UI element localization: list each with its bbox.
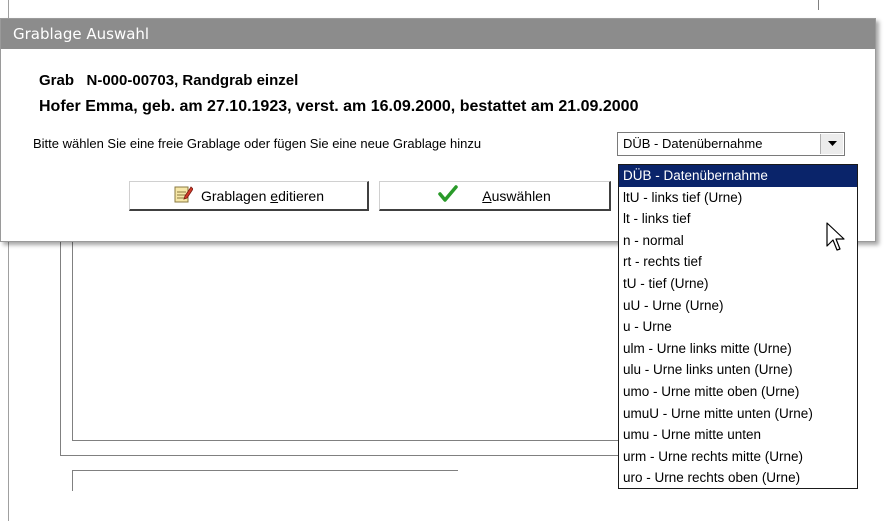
dropdown-option[interactable]: u - Urne bbox=[619, 316, 857, 338]
dropdown-option[interactable]: ulu - Urne links unten (Urne) bbox=[619, 359, 857, 381]
dropdown-option[interactable]: umu - Urne mitte unten bbox=[619, 424, 857, 446]
edit-notepad-icon bbox=[173, 184, 194, 207]
background-divider bbox=[818, 0, 819, 10]
combobox-value: DÜB - Datenübernahme bbox=[623, 136, 763, 151]
dropdown-option[interactable]: tU - tief (Urne) bbox=[619, 273, 857, 295]
dropdown-option[interactable]: DÜB - Datenübernahme bbox=[619, 165, 857, 187]
grablage-combobox[interactable]: DÜB - Datenübernahme bbox=[617, 132, 845, 156]
background-panel-inner bbox=[72, 240, 621, 441]
dropdown-option[interactable]: uro - Urne rechts oben (Urne) bbox=[619, 467, 857, 489]
dropdown-option[interactable]: umuU - Urne mitte unten (Urne) bbox=[619, 403, 857, 425]
dropdown-arrow-icon[interactable] bbox=[820, 134, 843, 154]
person-info: Hofer Emma, geb. am 27.10.1923, verst. a… bbox=[39, 98, 639, 115]
background-field bbox=[72, 470, 458, 491]
grablage-dropdown-list[interactable]: DÜB - Datenübernahme ltU - links tief (Ur… bbox=[618, 164, 858, 489]
auswaehlen-button[interactable]: Auswählen bbox=[379, 181, 611, 211]
dropdown-option[interactable]: urm - Urne rechts mitte (Urne) bbox=[619, 446, 857, 468]
checkmark-icon bbox=[438, 185, 458, 206]
select-button-label: Auswählen bbox=[482, 187, 551, 204]
edit-button-label: Grablagen editieren bbox=[201, 187, 324, 204]
selection-prompt: Bitte wählen Sie eine freie Grablage ode… bbox=[33, 136, 482, 151]
edit-grablagen-button[interactable]: Grablagen editieren bbox=[129, 181, 369, 211]
dropdown-option[interactable]: n - normal bbox=[619, 230, 857, 252]
dropdown-option[interactable]: ulm - Urne links mitte (Urne) bbox=[619, 338, 857, 360]
dropdown-option[interactable]: ltU - links tief (Urne) bbox=[619, 187, 857, 209]
grave-info: Grab N-000-00703, Randgrab einzel bbox=[39, 72, 299, 89]
dropdown-option[interactable]: rt - rechts tief bbox=[619, 251, 857, 273]
dropdown-option[interactable]: umo - Urne mitte oben (Urne) bbox=[619, 381, 857, 403]
mouse-pointer-icon bbox=[826, 222, 846, 256]
dialog-title[interactable]: Grablage Auswahl bbox=[1, 19, 875, 49]
dropdown-option[interactable]: uU - Urne (Urne) bbox=[619, 295, 857, 317]
dropdown-option[interactable]: lt - links tief bbox=[619, 208, 857, 230]
